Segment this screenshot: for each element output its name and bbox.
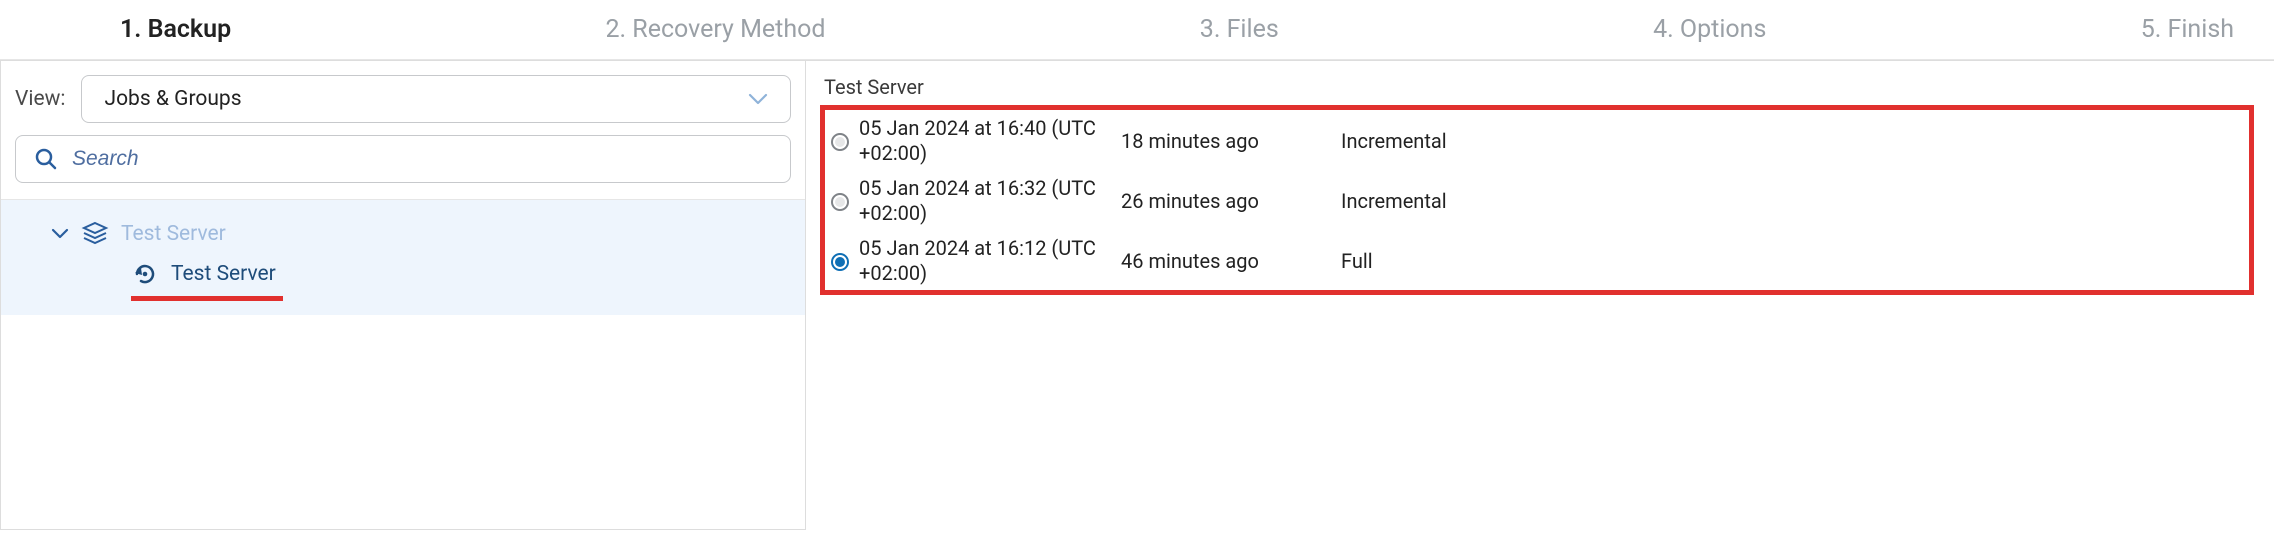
recovery-point-row[interactable]: 05 Jan 2024 at 16:12 (UTC +02:00) 46 min… (825, 230, 2249, 290)
recovery-point-type: Full (1341, 249, 2239, 273)
view-select[interactable]: Jobs & Groups (81, 75, 791, 123)
search-row (1, 135, 805, 183)
recovery-point-age: 26 minutes ago (1121, 189, 1331, 213)
tree-item-child[interactable]: Test Server (1, 254, 805, 294)
recovery-point-row[interactable]: 05 Jan 2024 at 16:32 (UTC +02:00) 26 min… (825, 170, 2249, 230)
recovery-point-age: 18 minutes ago (1121, 129, 1331, 153)
tree-item-label: Test Server (171, 262, 276, 286)
view-select-value: Jobs & Groups (104, 87, 241, 111)
search-input[interactable] (70, 146, 772, 172)
chevron-down-icon (748, 92, 768, 106)
step-finish[interactable]: 5. Finish (2141, 15, 2234, 44)
tree-item-label: Test Server (121, 222, 226, 246)
right-pane: Test Server 05 Jan 2024 at 16:40 (UTC +0… (806, 61, 2274, 530)
recovery-point-date: 05 Jan 2024 at 16:12 (UTC +02:00) (859, 236, 1111, 286)
recovery-points-title: Test Server (820, 75, 2268, 99)
wizard-steps: 1. Backup 2. Recovery Method 3. Files 4.… (0, 0, 2274, 60)
main-area: View: Jobs & Groups (0, 60, 2274, 530)
step-backup[interactable]: 1. Backup (120, 15, 231, 44)
recovery-point-row[interactable]: 05 Jan 2024 at 16:40 (UTC +02:00) 18 min… (825, 110, 2249, 170)
chevron-down-icon (51, 228, 69, 240)
backup-tree: Test Server Test Server (1, 199, 805, 315)
recovery-point-age: 46 minutes ago (1121, 249, 1331, 273)
step-files[interactable]: 3. Files (1200, 15, 1279, 44)
view-label: View: (15, 87, 65, 111)
recovery-point-date: 05 Jan 2024 at 16:40 (UTC +02:00) (859, 116, 1111, 166)
recovery-points-box: 05 Jan 2024 at 16:40 (UTC +02:00) 18 min… (820, 105, 2254, 295)
recovery-point-date: 05 Jan 2024 at 16:32 (UTC +02:00) (859, 176, 1111, 226)
recovery-point-type: Incremental (1341, 189, 2239, 213)
stack-icon (81, 220, 109, 248)
radio-button[interactable] (831, 253, 849, 271)
left-pane: View: Jobs & Groups (0, 61, 806, 530)
view-row: View: Jobs & Groups (1, 71, 805, 135)
search-wrap[interactable] (15, 135, 791, 183)
radio-button[interactable] (831, 133, 849, 151)
radio-button[interactable] (831, 193, 849, 211)
step-options[interactable]: 4. Options (1653, 15, 1766, 44)
tree-item-parent[interactable]: Test Server (1, 214, 805, 254)
step-recovery-method[interactable]: 2. Recovery Method (605, 15, 825, 44)
recovery-point-type: Incremental (1341, 129, 2239, 153)
search-icon (34, 147, 58, 171)
restore-icon (131, 260, 159, 288)
highlight-underline (131, 296, 283, 301)
